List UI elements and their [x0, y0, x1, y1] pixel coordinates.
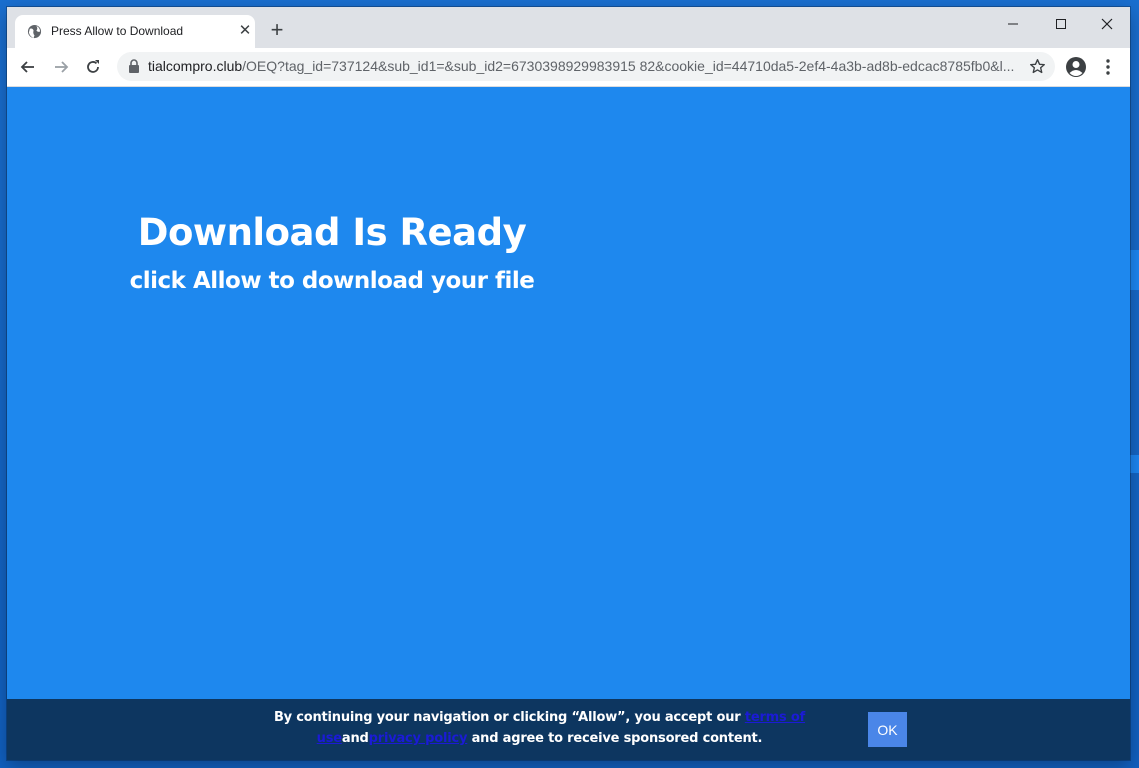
consent-text-after: and agree to receive sponsored content. — [467, 731, 763, 746]
maximize-icon — [1056, 19, 1066, 29]
close-window-button[interactable] — [1096, 13, 1118, 35]
menu-dots-icon[interactable] — [1101, 57, 1115, 77]
url-host: tialcompro.club — [148, 58, 243, 74]
profile-avatar-icon[interactable] — [1065, 56, 1087, 78]
ok-button[interactable]: OK — [868, 712, 907, 747]
browser-window: Press Allow to Download ✕ + tialcompro.c… — [7, 7, 1130, 760]
maximize-button[interactable] — [1050, 13, 1072, 35]
lock-icon[interactable] — [127, 59, 141, 74]
url-path: /OEQ?tag_id=737124&sub_id1=&sub_id2=6730… — [242, 58, 1015, 74]
page-content: Download Is Ready click Allow to downloa… — [7, 87, 1130, 760]
minimize-icon — [1008, 23, 1018, 25]
url-text[interactable]: tialcompro.club/OEQ?tag_id=737124&sub_id… — [148, 58, 1018, 74]
globe-icon — [27, 24, 42, 39]
tab-title: Press Allow to Download — [51, 24, 184, 38]
page-headline: Download Is Ready — [137, 211, 527, 254]
forward-arrow-icon[interactable] — [51, 57, 71, 77]
close-tab-icon[interactable]: ✕ — [237, 23, 253, 39]
tab-active[interactable]: Press Allow to Download ✕ — [15, 15, 255, 48]
consent-text-before: By continuing your navigation or clickin… — [273, 710, 745, 725]
page-subline: click Allow to download your file — [129, 268, 535, 294]
browser-toolbar: tialcompro.club/OEQ?tag_id=737124&sub_id… — [7, 48, 1130, 87]
back-arrow-icon[interactable] — [18, 57, 38, 77]
address-bar[interactable]: tialcompro.club/OEQ?tag_id=737124&sub_id… — [117, 52, 1055, 81]
new-tab-button[interactable]: + — [266, 19, 288, 42]
desktop-light-streak — [1130, 455, 1139, 473]
privacy-policy-link[interactable]: privacy policy — [369, 731, 468, 746]
desktop-light-streak — [1130, 250, 1139, 290]
tab-strip: Press Allow to Download ✕ + — [7, 7, 1130, 48]
close-window-icon — [1101, 18, 1113, 30]
bookmark-star-icon[interactable] — [1029, 58, 1046, 75]
consent-text-middle: and — [341, 731, 369, 746]
minimize-button[interactable] — [1002, 13, 1024, 35]
consent-text: By continuing your navigation or clickin… — [227, 707, 852, 749]
consent-banner: By continuing your navigation or clickin… — [7, 699, 1130, 760]
reload-icon[interactable] — [83, 57, 103, 77]
